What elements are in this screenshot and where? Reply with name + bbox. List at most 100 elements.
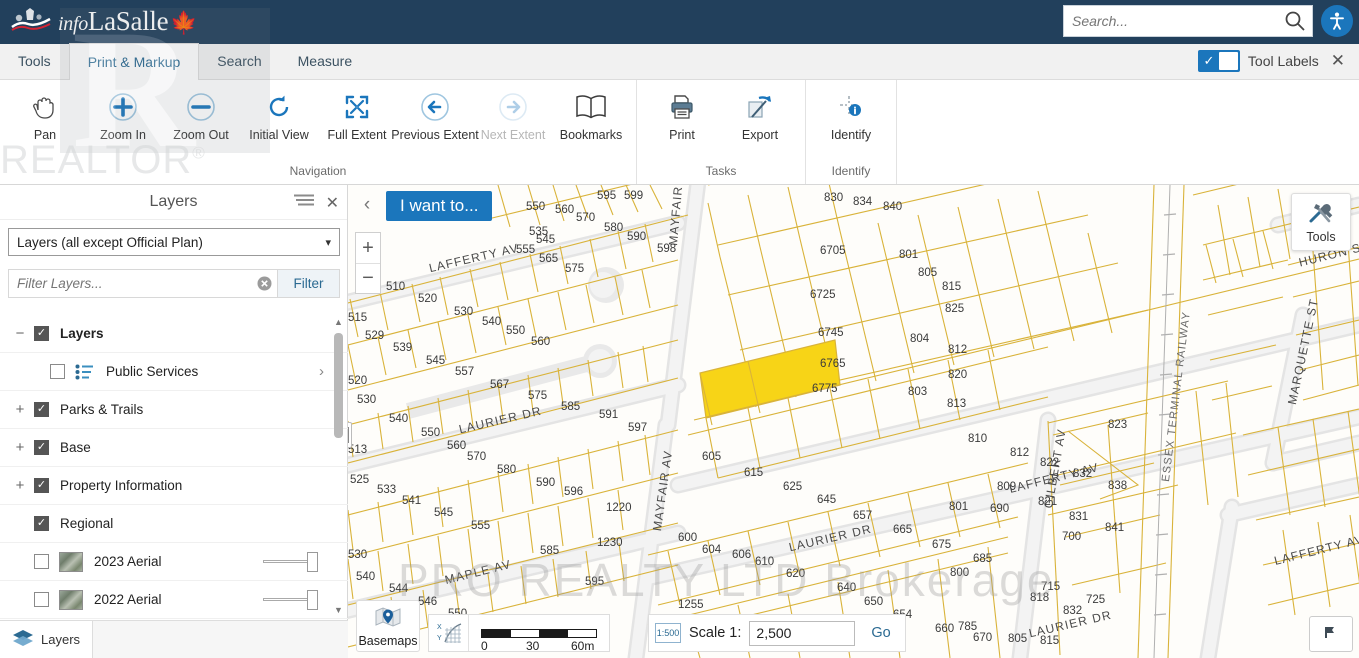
scale-strip: X Y 0 30 60m (428, 614, 610, 653)
previous-extent-button[interactable]: Previous Extent (391, 86, 479, 142)
search-input[interactable] (1064, 6, 1278, 36)
opacity-slider[interactable] (263, 589, 318, 610)
tree-row-regional[interactable]: Regional (0, 505, 348, 543)
i-want-to-button[interactable]: I want to... (386, 191, 493, 221)
tree-row-2023-aerial[interactable]: 2023 Aerial (0, 543, 348, 581)
tree-label: Base (60, 440, 91, 455)
close-icon[interactable]: ✕ (1327, 51, 1349, 71)
layers-checkbox[interactable] (34, 326, 49, 341)
map-zoom-out-button[interactable]: − (356, 263, 380, 293)
property-information-checkbox[interactable] (34, 478, 49, 493)
close-icon[interactable]: ✕ (326, 193, 339, 213)
slider-knob[interactable] (307, 551, 318, 572)
map-canvas[interactable]: LAFFERTY AV LAURIER DR MAPLE AV MAYFAIR … (348, 185, 1359, 658)
basemaps-label: Basemaps (358, 633, 418, 648)
scroll-up-arrow-icon[interactable]: ▲ (333, 317, 344, 329)
footer-tab-label: Layers (41, 632, 81, 647)
identify-group-title: Identify (831, 164, 871, 178)
panel-resize-handle[interactable] (348, 422, 352, 448)
collapse-expander[interactable]: − (6, 325, 34, 342)
brand-logo[interactable]: infoLaSalle🍁 (0, 0, 198, 44)
layers-stack-icon (12, 629, 34, 650)
regional-checkbox[interactable] (34, 516, 49, 531)
full-extent-label: Full Extent (327, 128, 387, 142)
scroll-down-arrow-icon[interactable]: ▼ (333, 605, 344, 617)
layers-panel-header-icons: ✕ (293, 185, 339, 220)
layer-set-select[interactable]: Layers (all except Official Plan) ▾ (8, 228, 340, 256)
tree-row-property-information[interactable]: + Property Information (0, 467, 348, 505)
opacity-slider[interactable] (263, 551, 318, 572)
brand-name-text: LaSalle (87, 5, 169, 36)
layer-filter-row: Filter (8, 269, 340, 298)
identify-buttons: Identify (812, 80, 890, 142)
bookmarks-label: Bookmarks (559, 128, 623, 142)
xy-coordinates-icon[interactable]: X Y (429, 615, 469, 651)
slider-knob[interactable] (307, 589, 318, 610)
pan-button[interactable]: Pan (6, 86, 84, 142)
chevron-right-icon[interactable]: › (319, 363, 324, 380)
layers-tree-scrollbar[interactable]: ▲ ▼ (333, 317, 344, 617)
filter-button[interactable]: Filter (277, 270, 339, 297)
aerial-2022-checkbox[interactable] (34, 592, 49, 607)
tree-row-2022-aerial[interactable]: 2022 Aerial (0, 581, 348, 619)
tree-row-public-services[interactable]: Public Services › (0, 353, 348, 391)
bookmarks-button[interactable]: Bookmarks (552, 86, 630, 142)
zoom-in-icon (108, 90, 138, 124)
public-services-checkbox[interactable] (50, 364, 65, 379)
svg-text:Y: Y (437, 635, 442, 642)
scale-go-button[interactable]: Go (863, 625, 898, 641)
tool-labels-label: Tool Labels (1247, 53, 1319, 69)
ribbon-group-navigation: Pan Zoom In Zoom Out Initial View Full E… (0, 80, 637, 184)
tab-tools[interactable]: Tools (0, 43, 69, 79)
tree-row-parks-trails[interactable]: + Parks & Trails (0, 391, 348, 429)
zoom-in-label: Zoom In (100, 128, 146, 142)
expand-expander[interactable]: + (6, 401, 34, 418)
overview-map-widget[interactable] (1309, 616, 1353, 652)
full-extent-button[interactable]: Full Extent (318, 86, 396, 142)
search-icon[interactable] (1278, 10, 1312, 32)
map-zoom-in-button[interactable]: + (356, 233, 380, 263)
tree-label: Parks & Trails (60, 402, 144, 417)
zoom-out-icon (186, 90, 216, 124)
hamburger-icon[interactable] (293, 194, 314, 211)
tree-row-layers[interactable]: − Layers (0, 315, 348, 353)
previous-extent-label: Previous Extent (391, 128, 479, 142)
slider-track (263, 560, 309, 563)
zoom-in-button[interactable]: Zoom In (84, 86, 162, 142)
scalebar-bar (481, 628, 597, 638)
aerial-2023-checkbox[interactable] (34, 554, 49, 569)
lasalle-crest-icon (8, 7, 54, 37)
tab-print-markup[interactable]: Print & Markup (68, 43, 200, 80)
scale-preset-icon[interactable]: 1:500 (655, 623, 681, 643)
tab-search[interactable]: Search (199, 43, 279, 79)
chevron-left-icon[interactable]: ‹ (356, 191, 378, 219)
expand-expander[interactable]: + (6, 439, 34, 456)
scale-input[interactable] (749, 620, 856, 646)
print-button[interactable]: Print (643, 86, 721, 142)
clear-circle-icon[interactable] (251, 270, 277, 297)
refresh-icon (264, 90, 294, 124)
scrollbar-thumb[interactable] (334, 333, 343, 438)
tree-row-base[interactable]: + Base (0, 429, 348, 467)
map-tools-widget[interactable]: Tools (1291, 193, 1351, 251)
parks-trails-checkbox[interactable] (34, 402, 49, 417)
tab-measure[interactable]: Measure (280, 43, 370, 79)
accessibility-icon[interactable] (1321, 5, 1353, 37)
next-extent-button: Next Extent (474, 86, 552, 142)
scale-input-group: 1:500 Scale 1: Go (648, 614, 906, 652)
tasks-group-title: Tasks (705, 164, 737, 178)
export-button[interactable]: Export (721, 86, 799, 142)
identify-button[interactable]: Identify (812, 86, 890, 142)
footer-tab-layers[interactable]: Layers (0, 620, 94, 658)
export-label: Export (741, 128, 779, 142)
layers-panel: Layers ✕ Layers (all except Official Pla… (0, 185, 348, 658)
basemaps-widget[interactable]: Basemaps (356, 600, 420, 652)
initial-view-button[interactable]: Initial View (240, 86, 318, 142)
tool-labels-toggle[interactable]: ✓ (1197, 50, 1240, 72)
filter-layers-input[interactable] (9, 270, 251, 297)
global-search[interactable] (1063, 5, 1313, 37)
zoom-out-button[interactable]: Zoom Out (162, 86, 240, 142)
map-scalebar: 0 30 60m (469, 628, 609, 653)
base-checkbox[interactable] (34, 440, 49, 455)
expand-expander[interactable]: + (6, 477, 34, 494)
